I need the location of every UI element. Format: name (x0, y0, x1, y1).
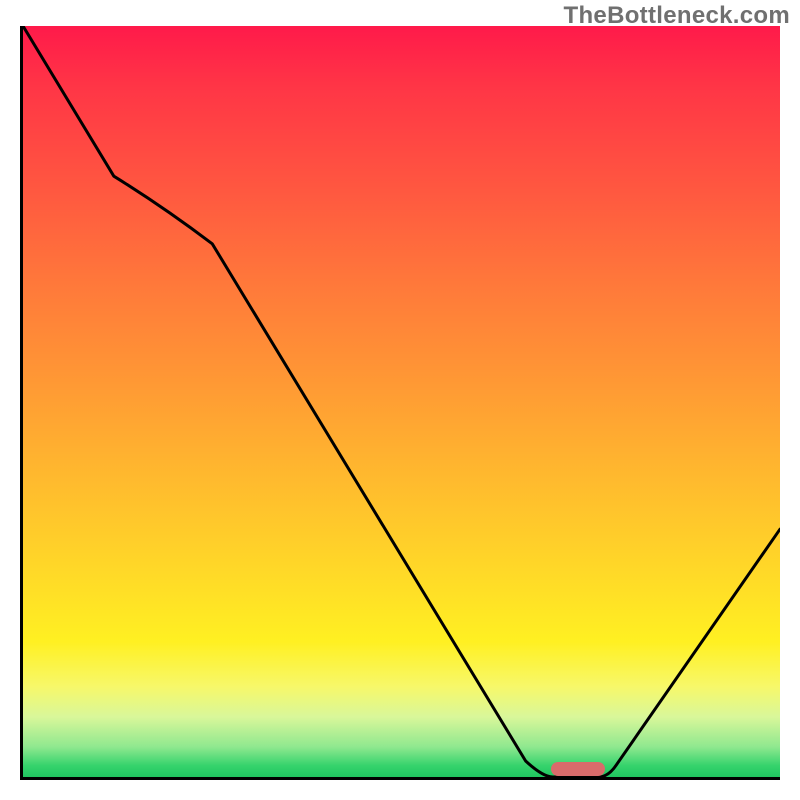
plot-area (20, 26, 780, 780)
bottleneck-curve (23, 26, 780, 777)
curve-path (23, 26, 780, 777)
chart-frame: TheBottleneck.com (0, 0, 800, 800)
watermark-text: TheBottleneck.com (564, 2, 790, 30)
optimum-marker (551, 762, 605, 776)
